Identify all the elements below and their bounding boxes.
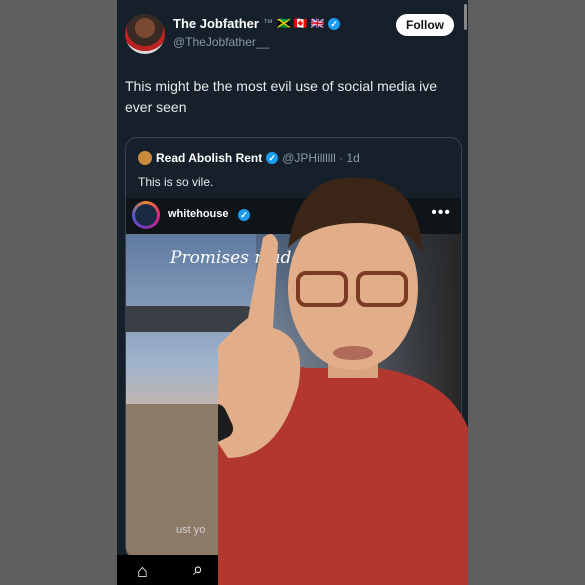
mouth bbox=[333, 346, 373, 360]
verified-badge-icon: ✓ bbox=[328, 17, 341, 30]
quote-avatar[interactable] bbox=[138, 151, 152, 165]
trademark-symbol: ™ bbox=[262, 18, 273, 29]
quote-author-name[interactable]: Read Abolish Rent bbox=[156, 151, 262, 165]
home-icon[interactable]: ⌂ bbox=[137, 561, 148, 582]
author-name[interactable]: The Jobfather bbox=[173, 16, 259, 31]
search-icon[interactable]: ⌕ bbox=[193, 559, 203, 580]
instagram-avatar[interactable] bbox=[132, 201, 160, 229]
author-handle[interactable]: @TheJobfather__ bbox=[173, 35, 269, 49]
follow-button[interactable]: Follow bbox=[396, 14, 454, 36]
quote-handle-time[interactable]: @JPHillllll · 1d bbox=[282, 151, 360, 165]
author-avatar[interactable] bbox=[125, 14, 165, 54]
scrollbar[interactable] bbox=[464, 4, 467, 30]
video-caption-fragment: ust yo bbox=[176, 524, 206, 536]
quote-header: Read Abolish Rent ✓ @JPHillllll · 1d bbox=[138, 151, 360, 165]
tweet-text: This might be the most evil use of socia… bbox=[125, 78, 438, 115]
flag-icons: 🇯🇲 🇨🇦 🇬🇧 bbox=[276, 18, 325, 30]
presenter-overlay bbox=[218, 177, 468, 585]
author-name-row: The Jobfather ™ 🇯🇲 🇨🇦 🇬🇧 ✓ bbox=[173, 16, 341, 31]
quote-text: This is so vile. bbox=[138, 175, 214, 189]
quote-verified-badge-icon: ✓ bbox=[266, 152, 279, 164]
